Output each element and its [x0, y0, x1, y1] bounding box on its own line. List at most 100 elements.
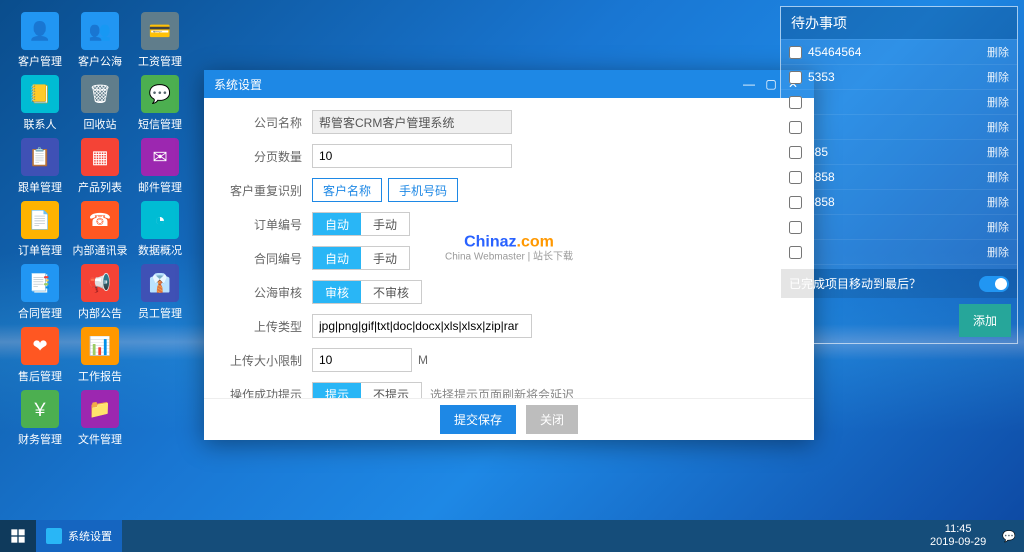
todo-checkbox[interactable]: [789, 71, 802, 84]
todo-delete-button[interactable]: 删除: [987, 194, 1009, 210]
app-icon-label: 跟单管理: [18, 179, 62, 195]
desktop-icon-1[interactable]: 👥客户公海: [72, 12, 128, 69]
todo-checkbox[interactable]: [789, 221, 802, 234]
todo-delete-button[interactable]: 删除: [987, 44, 1009, 60]
todo-footer-label: 已完成项目移动到最后？: [789, 275, 973, 292]
submit-button[interactable]: 提交保存: [440, 405, 516, 434]
contract-no-segmented: 自动 手动: [312, 246, 410, 270]
todo-delete-button[interactable]: 删除: [987, 244, 1009, 260]
desktop-icon-2[interactable]: 💳工资管理: [132, 12, 188, 69]
label-upload-size: 上传大小限制: [224, 352, 302, 369]
todo-add-button[interactable]: 添加: [959, 304, 1011, 337]
todo-checkbox[interactable]: [789, 146, 802, 159]
todo-panel: 待办事项 45464564删除5353删除删除删除585删除5858删除5858…: [780, 6, 1018, 344]
pagesize-input[interactable]: [312, 144, 512, 168]
desktop-icon-10[interactable]: ☎内部通讯录: [72, 201, 128, 258]
todo-text: 585: [808, 145, 987, 159]
success-tip-no[interactable]: 不提示: [361, 383, 421, 398]
maximize-icon[interactable]: ▢: [760, 77, 782, 91]
todo-delete-button[interactable]: 删除: [987, 169, 1009, 185]
todo-checkbox[interactable]: [789, 171, 802, 184]
success-tip-segmented: 提示 不提示: [312, 382, 422, 398]
app-icon-label: 回收站: [84, 116, 117, 132]
app-icon-label: 数据概况: [138, 242, 182, 258]
sea-audit-segmented: 审核 不审核: [312, 280, 422, 304]
todo-item: 删除: [781, 114, 1017, 139]
todo-checkbox[interactable]: [789, 246, 802, 259]
app-icon-label: 员工管理: [138, 305, 182, 321]
app-icon: 📊: [81, 327, 119, 365]
desktop-icon-7[interactable]: ▦产品列表: [72, 138, 128, 195]
label-upload-type: 上传类型: [224, 318, 302, 335]
contract-no-manual[interactable]: 手动: [361, 247, 409, 269]
desktop-icon-8[interactable]: ✉邮件管理: [132, 138, 188, 195]
minimize-icon[interactable]: —: [738, 77, 760, 91]
todo-text: 5353: [808, 70, 987, 84]
app-icon: 📋: [21, 138, 59, 176]
desktop-icon-13[interactable]: 📢 内部公告: [72, 264, 128, 321]
app-icon-label: 内部公告: [78, 305, 122, 321]
todo-checkbox[interactable]: [789, 121, 802, 134]
order-no-manual[interactable]: 手动: [361, 213, 409, 235]
order-no-auto[interactable]: 自动: [313, 213, 361, 235]
todo-delete-button[interactable]: 删除: [987, 219, 1009, 235]
app-icon-label: 邮件管理: [138, 179, 182, 195]
sea-audit-no[interactable]: 不审核: [361, 281, 421, 303]
desktop-icon-5[interactable]: 💬短信管理: [132, 75, 188, 132]
start-button[interactable]: [0, 520, 36, 552]
notification-tray-icon[interactable]: 💬: [994, 530, 1024, 543]
app-icon: 🗑: [81, 75, 119, 113]
desktop-icon-4[interactable]: 🗑 回收站: [72, 75, 128, 132]
todo-delete-button[interactable]: 删除: [987, 119, 1009, 135]
desktop-icon-12[interactable]: 📑合同管理: [12, 264, 68, 321]
dedup-option-phone[interactable]: 手机号码: [388, 178, 458, 202]
desktop-icon-6[interactable]: 📋 跟单管理: [12, 138, 68, 195]
window-body: Chinaz.com China Webmaster | 站长下载 公司名称 分…: [204, 98, 814, 398]
upload-type-input[interactable]: [312, 314, 532, 338]
todo-footer: 已完成项目移动到最后？: [781, 269, 1017, 298]
sea-audit-yes[interactable]: 审核: [313, 281, 361, 303]
dedup-option-name[interactable]: 客户名称: [312, 178, 382, 202]
desktop-icon-15[interactable]: ❤售后管理: [12, 327, 68, 384]
app-icon: 👔: [141, 264, 179, 302]
label-company: 公司名称: [224, 114, 302, 131]
desktop-icon-3[interactable]: 📒联系人: [12, 75, 68, 132]
window-titlebar[interactable]: 系统设置 — ▢ ✕: [204, 70, 814, 98]
todo-checkbox[interactable]: [789, 96, 802, 109]
app-icon-label: 订单管理: [18, 242, 62, 258]
windows-icon: [10, 528, 26, 544]
contract-no-auto[interactable]: 自动: [313, 247, 361, 269]
desktop-icon-11[interactable]: ◔数据概况: [132, 201, 188, 258]
app-icon: ￥: [21, 390, 59, 428]
success-tip-hint: 选择提示页面刷新将会延迟: [430, 386, 574, 399]
label-success-tip: 操作成功提示: [224, 386, 302, 399]
todo-checkbox[interactable]: [789, 46, 802, 59]
success-tip-yes[interactable]: 提示: [313, 383, 361, 398]
desktop-icon-9[interactable]: 📄订单管理: [12, 201, 68, 258]
app-icon: ❤: [21, 327, 59, 365]
todo-delete-button[interactable]: 删除: [987, 144, 1009, 160]
todo-move-done-toggle[interactable]: [979, 276, 1009, 292]
desktop-icon-16[interactable]: 📊工作报告: [72, 327, 128, 384]
app-icon: 📢: [81, 264, 119, 302]
todo-item: 删除: [781, 239, 1017, 264]
close-button[interactable]: 关闭: [526, 405, 578, 434]
todo-checkbox[interactable]: [789, 196, 802, 209]
window-footer: 提交保存 关闭: [204, 398, 814, 440]
desktop-icon-19[interactable]: 📁文件管理: [72, 390, 128, 447]
app-icon-label: 财务管理: [18, 431, 62, 447]
taskbar-active-task[interactable]: 系统设置: [36, 520, 122, 552]
app-icon: 👥: [81, 12, 119, 50]
todo-item: 5353删除: [781, 64, 1017, 89]
clock-time: 11:45: [930, 523, 986, 536]
desktop-icon-18[interactable]: ￥ 财务管理: [12, 390, 68, 447]
taskbar-clock[interactable]: 11:45 2019-09-29: [922, 523, 994, 549]
todo-item: 585删除: [781, 139, 1017, 164]
todo-delete-button[interactable]: 删除: [987, 94, 1009, 110]
desktop-icon-0[interactable]: 👤客户管理: [12, 12, 68, 69]
app-icon-label: 文件管理: [78, 431, 122, 447]
app-icon: 📒: [21, 75, 59, 113]
todo-delete-button[interactable]: 删除: [987, 69, 1009, 85]
desktop-icon-14[interactable]: 👔 员工管理: [132, 264, 188, 321]
upload-size-input[interactable]: [312, 348, 412, 372]
